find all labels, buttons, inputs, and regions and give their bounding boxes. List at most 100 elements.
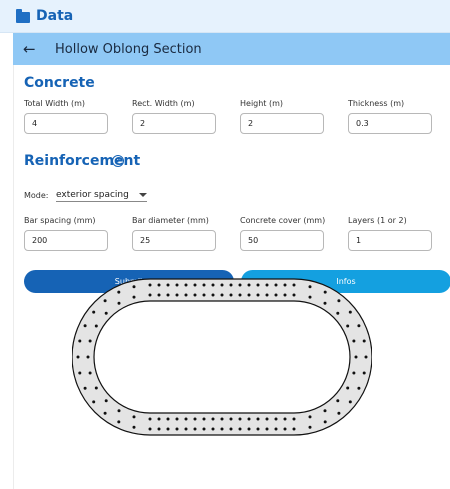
rebar-5	[166, 427, 170, 431]
concrete-cover-label: Concrete cover (mm)	[240, 216, 326, 225]
layers-input[interactable]: 1	[348, 230, 432, 251]
arrow-left-icon[interactable]: ←	[23, 40, 49, 58]
rebar-41	[92, 310, 96, 314]
rebar-40	[348, 310, 352, 314]
folder-icon	[16, 8, 30, 23]
total-width-label: Total Width (m)	[24, 99, 86, 108]
rebar-76	[220, 293, 224, 297]
rebar-57	[117, 420, 121, 424]
rebar-63	[157, 417, 161, 421]
bar-spacing-input[interactable]: 200	[24, 230, 108, 251]
rebar-27	[265, 427, 269, 431]
rebar-8	[184, 283, 188, 287]
rebar-49	[78, 371, 82, 375]
rebar-91	[283, 417, 287, 421]
rebar-94	[308, 295, 312, 299]
rebar-48	[362, 371, 366, 375]
rebar-2	[157, 283, 161, 287]
rebar-9	[184, 427, 188, 431]
height-input[interactable]: 2	[240, 113, 324, 134]
rebar-50	[357, 386, 361, 390]
concrete-title: Concrete	[24, 75, 95, 91]
rebar-72	[202, 293, 206, 297]
rebar-70	[193, 293, 197, 297]
rebar-55	[103, 411, 107, 415]
rebar-34	[308, 285, 312, 289]
rebar-110	[336, 399, 340, 403]
rebar-78	[229, 293, 233, 297]
rebar-58	[308, 425, 312, 429]
height-label: Height (m)	[240, 99, 284, 108]
rebar-4	[166, 283, 170, 287]
rebar-113	[117, 409, 121, 413]
rebar-53	[92, 400, 96, 404]
rebar-54	[337, 411, 341, 415]
thickness-input[interactable]: 0.3	[348, 113, 432, 134]
rebar-10	[193, 283, 197, 287]
rebar-21	[238, 427, 242, 431]
rebar-30	[283, 283, 287, 287]
rebar-16	[220, 283, 224, 287]
concrete-cover-input[interactable]: 50	[240, 230, 324, 251]
rebar-22	[247, 283, 251, 287]
rebar-46	[364, 355, 368, 359]
rect-width-input[interactable]: 2	[132, 113, 216, 134]
rebar-33	[292, 427, 296, 431]
rebar-35	[132, 285, 136, 289]
help-circle-icon[interactable]: ?	[112, 155, 124, 167]
rebar-103	[88, 339, 92, 343]
rebar-80	[238, 293, 242, 297]
rebar-29	[274, 427, 278, 431]
rebar-60	[148, 293, 152, 297]
rebar-111	[104, 399, 108, 403]
rebar-92	[292, 293, 296, 297]
rebar-7	[175, 427, 179, 431]
mode-label: Mode:	[24, 191, 49, 200]
rebar-82	[247, 293, 251, 297]
rebar-45	[78, 339, 82, 343]
rebar-6	[175, 283, 179, 287]
rebar-37	[117, 290, 121, 294]
layers-label: Layers (1 or 2)	[348, 216, 407, 225]
bar-diameter-label: Bar diameter (mm)	[132, 216, 209, 225]
rebar-99	[104, 311, 108, 315]
rebar-11	[193, 427, 197, 431]
bar-diameter-input[interactable]: 25	[132, 230, 216, 251]
rebar-3	[157, 427, 161, 431]
rebar-36	[323, 290, 327, 294]
rebar-100	[346, 324, 350, 328]
rebar-19	[229, 427, 233, 431]
rebar-114	[308, 415, 312, 419]
rebar-12	[202, 283, 206, 287]
rebar-18	[229, 283, 233, 287]
chevron-down-icon	[138, 192, 147, 197]
concrete-section	[72, 278, 372, 436]
rebar-95	[132, 295, 136, 299]
rebar-85	[256, 417, 260, 421]
rebar-67	[175, 417, 179, 421]
total-width-input[interactable]: 4	[24, 113, 108, 134]
rebar-61	[148, 417, 152, 421]
rebar-68	[184, 293, 188, 297]
rebar-115	[132, 415, 136, 419]
rebar-88	[274, 293, 278, 297]
rebar-23	[247, 427, 251, 431]
mode-select[interactable]: exterior spacing	[56, 188, 147, 202]
rebar-66	[175, 293, 179, 297]
rebar-108	[346, 386, 350, 390]
rebar-75	[211, 417, 215, 421]
rebar-62	[157, 293, 161, 297]
page-title: Hollow Oblong Section	[55, 41, 202, 57]
rebar-28	[274, 283, 278, 287]
rect-width-label: Rect. Width (m)	[132, 99, 195, 108]
rebar-20	[238, 283, 242, 287]
rebar-83	[247, 417, 251, 421]
rebar-107	[88, 371, 92, 375]
rebar-38	[337, 299, 341, 303]
section-drawing	[72, 278, 372, 436]
data-bar: Data	[0, 0, 450, 33]
rebar-97	[117, 301, 121, 305]
rebar-47	[76, 355, 80, 359]
rebar-59	[132, 425, 136, 429]
rebar-109	[94, 386, 98, 390]
